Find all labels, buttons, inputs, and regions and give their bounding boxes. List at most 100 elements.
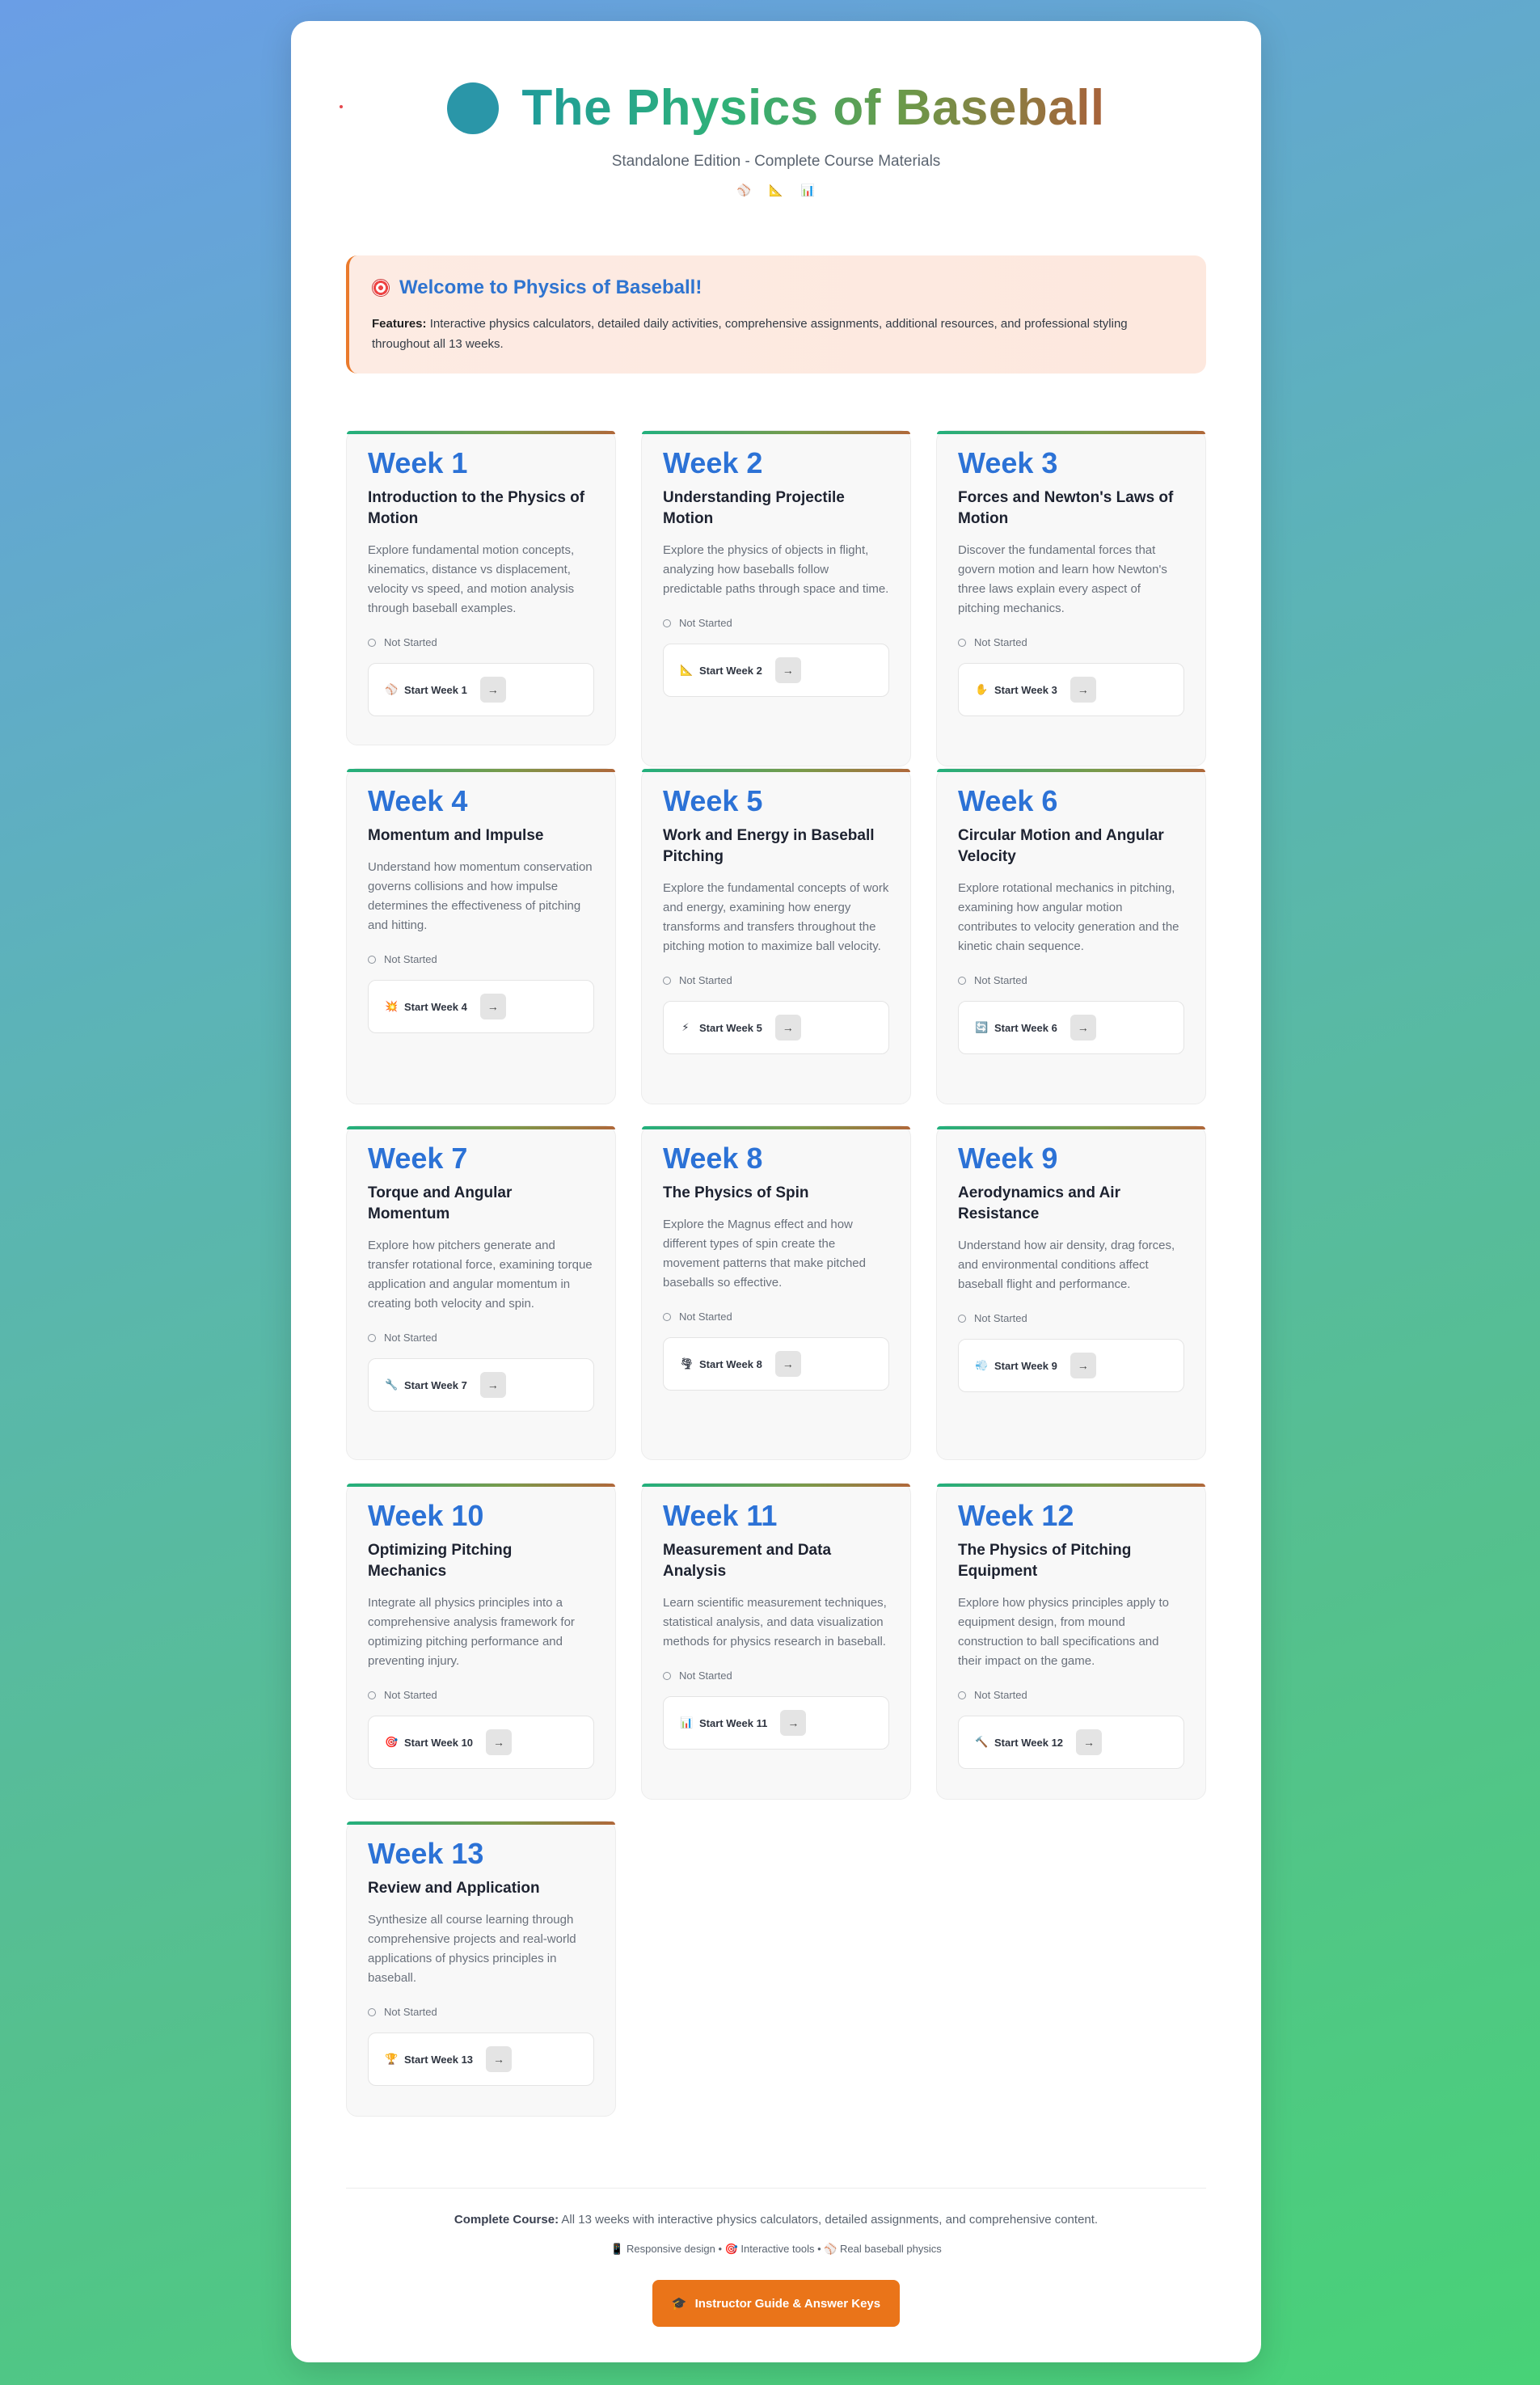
status-circle-icon bbox=[663, 1671, 671, 1680]
week-status: Not Started bbox=[958, 1312, 1184, 1324]
start-week-button[interactable]: 🔨 Start Week 12 → bbox=[958, 1716, 1184, 1769]
status-circle-icon bbox=[368, 955, 376, 964]
start-week-button[interactable]: 🎯 Start Week 10 → bbox=[368, 1716, 594, 1769]
arrow-right-icon[interactable]: → bbox=[1070, 1353, 1096, 1378]
arrow-right-icon[interactable]: → bbox=[479, 677, 506, 703]
week-title: Introduction to the Physics of Motion bbox=[368, 489, 585, 527]
arrow-right-icon[interactable]: → bbox=[1070, 677, 1096, 703]
start-week-button[interactable]: 🔧 Start Week 7 → bbox=[368, 1358, 594, 1412]
week-card: Week 2 Understanding Projectile Motion Exp… bbox=[641, 430, 911, 766]
week-description: Synthesize all course learning through c… bbox=[368, 1913, 576, 1985]
week-card: Week 10 Optimizing Pitching Mechanics Inte… bbox=[346, 1483, 616, 1800]
status-circle-icon bbox=[368, 1691, 376, 1699]
start-week-button[interactable]: 💥 Start Week 4 → bbox=[368, 980, 594, 1033]
features-text: Interactive physics calculators, detaile… bbox=[372, 317, 1128, 351]
start-week-button[interactable]: ⚾ Start Week 1 → bbox=[368, 663, 594, 716]
week-title: Circular Motion and Angular Velocity bbox=[958, 827, 1164, 865]
week-status: Not Started bbox=[663, 1670, 889, 1682]
arrow-right-icon[interactable]: → bbox=[774, 1015, 801, 1041]
week-description: Discover the fundamental forces that gov… bbox=[958, 543, 1167, 615]
welcome-banner: Welcome to Physics of Baseball! Features… bbox=[346, 255, 1206, 374]
footer-summary: Complete Course: All 13 weeks with inter… bbox=[346, 2213, 1206, 2227]
week-status: Not Started bbox=[663, 1311, 889, 1323]
status-label: Not Started bbox=[679, 1670, 732, 1682]
arrow-right-icon[interactable]: → bbox=[479, 1372, 506, 1398]
week-title: Momentum and Impulse bbox=[368, 827, 544, 844]
status-label: Not Started bbox=[384, 953, 437, 965]
week-card: Week 4 Momentum and Impulse Understand how… bbox=[346, 768, 616, 1104]
status-circle-icon bbox=[663, 618, 671, 627]
start-week-button[interactable]: 💨 Start Week 9 → bbox=[958, 1339, 1184, 1392]
footer-divider bbox=[346, 2188, 1206, 2189]
welcome-heading: Welcome to Physics of Baseball! bbox=[372, 276, 1183, 299]
week-status: Not Started bbox=[368, 636, 594, 648]
start-week-button[interactable]: 📊 Start Week 11 → bbox=[663, 1696, 889, 1750]
week-description: Explore how pitchers generate and transf… bbox=[368, 1239, 593, 1311]
week-topic-icon: 🔄 bbox=[975, 1021, 989, 1033]
week-number: Week 9 bbox=[958, 1142, 1058, 1175]
start-week-button[interactable]: ⚡ Start Week 5 → bbox=[663, 1001, 889, 1054]
page-header: The Physics of Baseball Standalone Editi… bbox=[291, 21, 1261, 197]
status-circle-icon bbox=[958, 976, 966, 985]
target-icon bbox=[372, 279, 390, 297]
arrow-right-icon[interactable]: → bbox=[780, 1710, 807, 1736]
arrow-right-icon[interactable]: → bbox=[479, 994, 506, 1019]
week-number: Week 7 bbox=[368, 1142, 468, 1175]
week-description: Understand how momentum conservation gov… bbox=[368, 860, 593, 932]
start-week-label: Start Week 8 bbox=[699, 1357, 762, 1370]
week-status: Not Started bbox=[958, 974, 1184, 986]
week-title: Aerodynamics and Air Resistance bbox=[958, 1184, 1120, 1222]
week-description: Explore how physics principles apply to … bbox=[958, 1596, 1169, 1668]
status-label: Not Started bbox=[679, 617, 732, 629]
week-description: Learn scientific measurement techniques,… bbox=[663, 1596, 887, 1648]
week-description: Explore the fundamental concepts of work… bbox=[663, 881, 889, 953]
welcome-title: Welcome to Physics of Baseball! bbox=[399, 276, 702, 298]
status-label: Not Started bbox=[384, 2006, 437, 2018]
start-week-button[interactable]: 🌪 Start Week 8 → bbox=[663, 1337, 889, 1391]
week-topic-icon: 🏆 bbox=[385, 2053, 399, 2065]
week-topic-icon: 🔧 bbox=[385, 1378, 399, 1391]
week-topic-icon: 💨 bbox=[975, 1359, 989, 1371]
week-card: Week 9 Aerodynamics and Air Resistance Und… bbox=[936, 1125, 1206, 1460]
start-week-label: Start Week 10 bbox=[404, 1736, 474, 1749]
status-circle-icon bbox=[368, 1333, 376, 1342]
status-label: Not Started bbox=[974, 974, 1027, 986]
title-row: The Physics of Baseball bbox=[291, 79, 1261, 137]
page-subtitle: Standalone Edition - Complete Course Mat… bbox=[611, 153, 941, 170]
arrow-right-icon[interactable]: → bbox=[486, 1729, 513, 1755]
start-week-button[interactable]: 🏆 Start Week 13 → bbox=[368, 2033, 594, 2086]
status-label: Not Started bbox=[974, 1689, 1027, 1701]
week-title: Optimizing Pitching Mechanics bbox=[368, 1542, 513, 1580]
week-status: Not Started bbox=[368, 953, 594, 965]
arrow-right-icon[interactable]: → bbox=[774, 1351, 801, 1377]
start-week-button[interactable]: 🔄 Start Week 6 → bbox=[958, 1001, 1184, 1054]
week-topic-icon: 📊 bbox=[680, 1716, 694, 1729]
week-description: Understand how air density, drag forces,… bbox=[958, 1239, 1175, 1291]
week-number: Week 10 bbox=[368, 1499, 484, 1532]
start-week-button[interactable]: ✋ Start Week 3 → bbox=[958, 663, 1184, 716]
week-title: Work and Energy in Baseball Pitching bbox=[663, 827, 875, 865]
welcome-features: Features: Interactive physics calculator… bbox=[372, 314, 1183, 354]
start-week-label: Start Week 7 bbox=[404, 1378, 467, 1391]
week-title: Torque and Angular Momentum bbox=[368, 1184, 513, 1222]
graduation-cap-icon: 🎓 bbox=[671, 2297, 687, 2311]
start-week-label: Start Week 2 bbox=[699, 664, 762, 677]
week-number: Week 8 bbox=[663, 1142, 763, 1175]
start-week-label: Start Week 4 bbox=[404, 1000, 467, 1013]
baseball-emoji-icon: ⚾ bbox=[736, 184, 752, 196]
arrow-right-icon[interactable]: → bbox=[1070, 1015, 1096, 1041]
arrow-right-icon[interactable]: → bbox=[486, 2046, 513, 2072]
week-description: Explore the Magnus effect and how differ… bbox=[663, 1218, 866, 1290]
start-week-button[interactable]: 📐 Start Week 2 → bbox=[663, 644, 889, 697]
week-card: Week 13 Review and Application Synthesize … bbox=[346, 1821, 616, 2117]
week-title: Forces and Newton's Laws of Motion bbox=[958, 489, 1174, 527]
week-description: Explore rotational mechanics in pitching… bbox=[958, 881, 1179, 953]
arrow-right-icon[interactable]: → bbox=[1076, 1729, 1103, 1755]
status-label: Not Started bbox=[384, 636, 437, 648]
arrow-right-icon[interactable]: → bbox=[774, 657, 801, 683]
instructor-guide-button[interactable]: 🎓 Instructor Guide & Answer Keys bbox=[652, 2280, 900, 2327]
week-topic-icon: 💥 bbox=[385, 1000, 399, 1012]
status-label: Not Started bbox=[974, 636, 1027, 648]
week-card: Week 5 Work and Energy in Baseball Pitchi… bbox=[641, 768, 911, 1104]
week-number: Week 1 bbox=[368, 446, 468, 479]
